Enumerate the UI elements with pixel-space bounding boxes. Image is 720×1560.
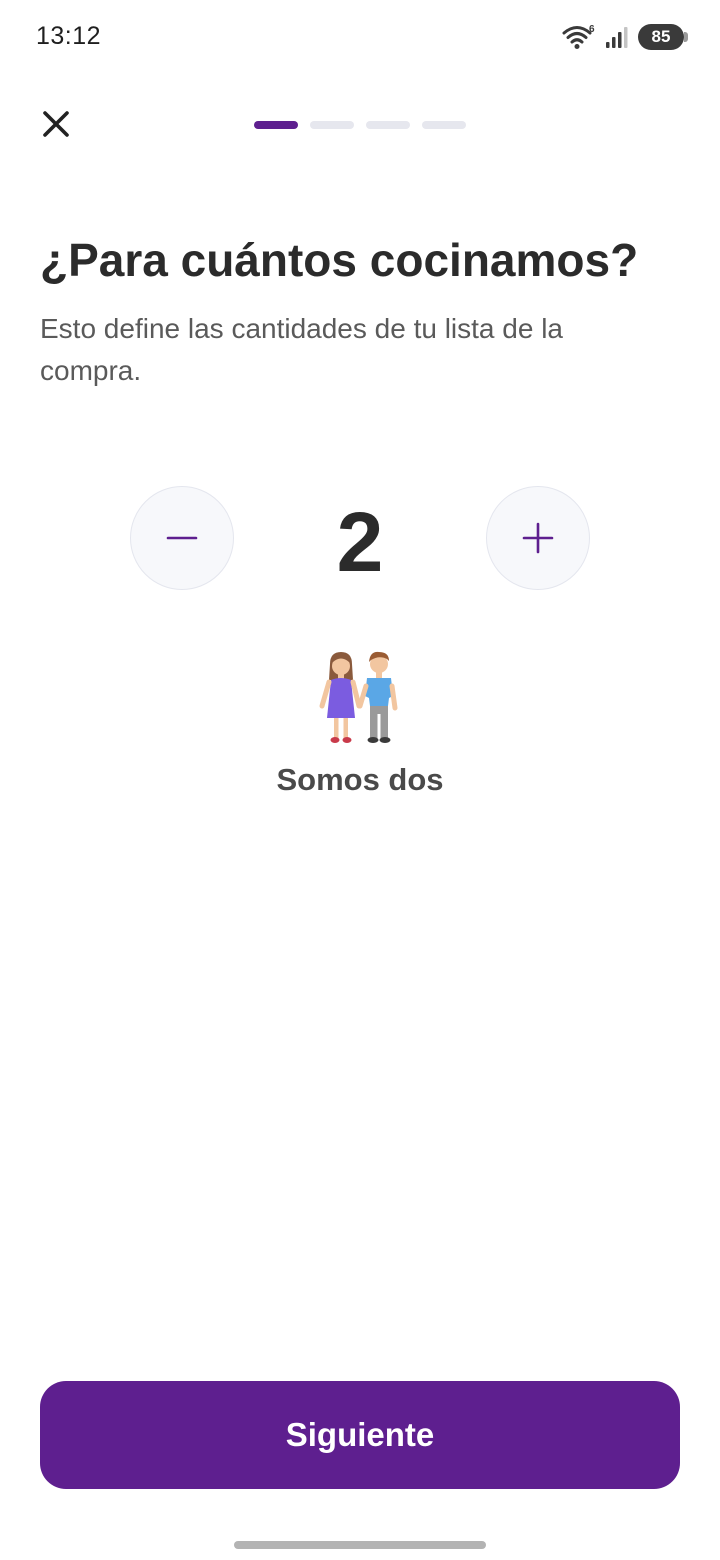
status-time: 13:12 [36,22,102,50]
next-button[interactable]: Siguiente [40,1381,680,1489]
people-count: 2 [336,495,384,589]
increment-button[interactable] [486,486,590,590]
progress-step-3 [366,121,410,129]
wifi-icon: 6 [562,23,596,51]
progress-step-1 [254,121,298,129]
status-icons: 6 85 [562,22,688,52]
battery-cap [684,32,688,42]
status-bar: 13:12 6 85 [0,0,720,72]
progress-step-2 [310,121,354,129]
plus-icon [522,522,554,554]
decrement-button[interactable] [130,486,234,590]
page-title: ¿Para cuántos cocinamos? [40,234,639,286]
people-label: Somos dos [276,762,444,797]
minus-icon [166,536,198,540]
signal-icon [604,25,630,49]
close-button[interactable] [36,104,76,144]
home-indicator[interactable] [234,1541,486,1549]
progress-step-4 [422,121,466,129]
close-icon [43,111,69,137]
page-subtitle: Esto define las cantidades de tu lista d… [40,313,564,386]
step-progress [254,121,466,129]
battery-level: 85 [651,27,671,46]
wifi-badge: 6 [589,24,595,35]
next-button-label: Siguiente [285,1416,435,1453]
battery-icon: 85 [638,24,688,50]
couple-holding-hands-icon [318,650,402,746]
